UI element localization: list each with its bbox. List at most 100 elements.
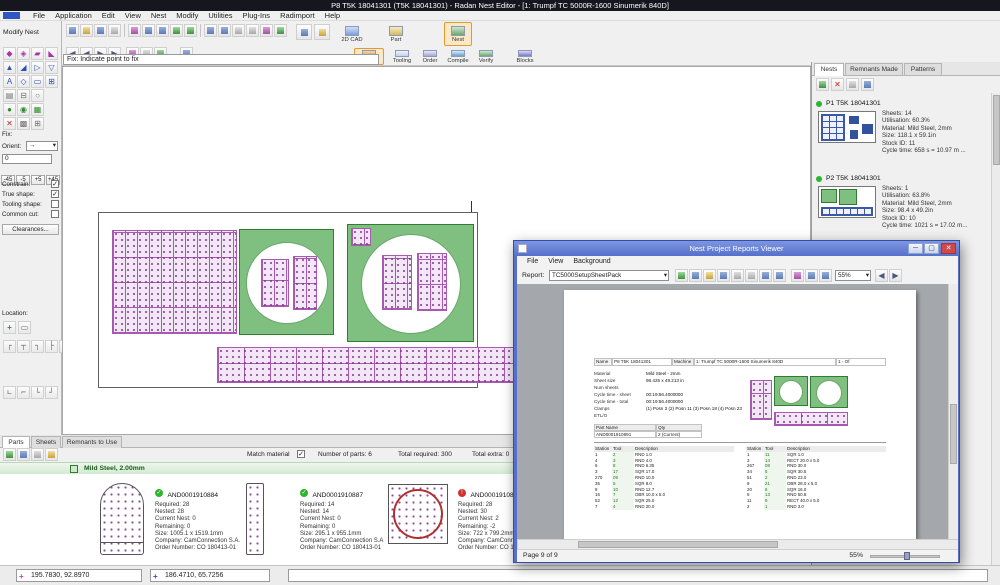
zoom-in-icon[interactable] (204, 24, 217, 37)
print-nest-icon[interactable] (846, 78, 859, 91)
part-thumbnail[interactable] (243, 480, 269, 560)
menu-item[interactable]: File (522, 256, 543, 267)
save-report-icon[interactable] (717, 269, 730, 282)
match-material-checkbox[interactable]: ✓ (297, 450, 305, 458)
checkbox[interactable]: ✓ (51, 190, 59, 198)
corner-snap-icon[interactable]: ┘ (45, 386, 58, 399)
parts-grid-icon[interactable] (3, 448, 16, 461)
prev-page-icon[interactable]: ◀ (875, 269, 888, 282)
nested-parts-cluster[interactable] (217, 347, 534, 383)
menu-item[interactable]: Modify (171, 11, 203, 21)
open-report-icon[interactable] (703, 269, 716, 282)
tab-remnants-to-use[interactable]: Remnants to Use (62, 436, 122, 448)
report-hscrollbar[interactable] (517, 539, 958, 549)
zoom-select[interactable]: 55% ▾ (835, 270, 871, 281)
corner-snap-icon[interactable]: └ (31, 386, 44, 399)
check-constrain[interactable]: Constrain: ✓ (0, 180, 62, 190)
part-list-item[interactable]: ✓ AND0001910884 Required: 28Nested: 28Cu… (155, 484, 241, 552)
zoom-out-icon[interactable] (819, 269, 832, 282)
report-vscrollbar[interactable] (948, 284, 958, 540)
menu-item[interactable]: Nest (146, 11, 171, 21)
origin-icon[interactable]: + (3, 321, 16, 334)
report-icon[interactable] (861, 78, 874, 91)
sort-icon[interactable] (17, 448, 30, 461)
tooling-button[interactable]: Tooling (388, 48, 416, 65)
save-icon[interactable] (94, 24, 107, 37)
menu-item[interactable]: Help (320, 11, 345, 21)
report-document-area[interactable]: Name P8 T5K 18041301 Machine 1: Trumpf T… (517, 284, 958, 549)
menu-item[interactable]: File (28, 11, 50, 21)
menu-item[interactable]: View (543, 256, 568, 267)
copy-icon[interactable] (142, 24, 155, 37)
part-list-item[interactable]: ✓ AND0001910887 Required: 14Nested: 14Cu… (300, 484, 386, 552)
delete-nest-icon[interactable]: ✕ (831, 78, 844, 91)
zoom-window-icon[interactable] (232, 24, 245, 37)
compile-button[interactable]: Compile (444, 48, 472, 65)
align-icon[interactable]: ┌ (3, 340, 16, 353)
part-thumbnail[interactable] (95, 480, 151, 560)
scrollbar-thumb[interactable] (578, 541, 778, 548)
zoom-slider-thumb[interactable] (904, 552, 910, 560)
menu-item[interactable]: View (120, 11, 146, 21)
paste-icon[interactable] (156, 24, 169, 37)
nest-button[interactable]: Nest (444, 22, 472, 46)
zoom-extents-icon[interactable] (246, 24, 259, 37)
corner-snap-icon[interactable]: ⌐ (17, 386, 30, 399)
hand-pan-icon[interactable] (791, 269, 804, 282)
2d-cad-button[interactable]: 2D CAD (336, 22, 368, 46)
remnant-sheet[interactable] (347, 224, 474, 342)
corner-snap-icon[interactable]: ∟ (3, 386, 16, 399)
scrollbar-thumb[interactable] (993, 95, 1000, 165)
check-true-shape[interactable]: True shape: ✓ (0, 190, 62, 200)
grid-icon[interactable] (314, 24, 330, 40)
page-layout-icon[interactable] (689, 269, 702, 282)
page-setup-icon[interactable] (745, 269, 758, 282)
zoom-out-icon[interactable] (218, 24, 231, 37)
tab-sheets[interactable]: Sheets (31, 436, 61, 448)
nest-tool-icon[interactable]: ▩ (17, 117, 30, 130)
check-common-cut[interactable]: Common cut: (0, 210, 62, 220)
nested-parts-cluster[interactable] (112, 230, 237, 334)
minimize-button[interactable]: ─ (908, 243, 923, 254)
orient-select[interactable]: → ▾ (26, 141, 58, 151)
print-report-icon[interactable] (731, 269, 744, 282)
filter-icon[interactable] (45, 448, 58, 461)
align-icon[interactable]: ┬ (17, 340, 30, 353)
report-select[interactable]: TC5000SetupSheetPack ▾ (549, 270, 669, 281)
locate-icon[interactable]: ▭ (18, 321, 31, 334)
tab-remnants-made[interactable]: Remnants Made (845, 63, 903, 75)
new-nest-icon[interactable] (816, 78, 829, 91)
align-icon[interactable]: ┐ (31, 340, 44, 353)
layers-icon[interactable] (274, 24, 287, 37)
nest-tool-icon[interactable]: ⊞ (45, 75, 58, 88)
menu-item[interactable]: Radimport (275, 11, 320, 21)
menu-item[interactable]: Background (568, 256, 615, 267)
print-icon[interactable] (108, 24, 121, 37)
remnant-sheet[interactable] (239, 229, 334, 335)
redo-icon[interactable] (184, 24, 197, 37)
scrollbar-thumb[interactable] (950, 404, 957, 464)
menu-item[interactable]: Utilities (203, 11, 237, 21)
refresh-icon[interactable] (31, 448, 44, 461)
part-button[interactable]: Part (382, 22, 410, 46)
tab-patterns[interactable]: Patterns (904, 63, 942, 75)
order-button[interactable]: Order (418, 48, 442, 65)
verify-button[interactable]: Verify (474, 48, 498, 65)
refresh-report-icon[interactable] (675, 269, 688, 282)
maximize-button[interactable]: ▢ (924, 243, 939, 254)
tab-nests[interactable]: Nests (814, 63, 844, 76)
angle-input[interactable]: 0 (2, 154, 52, 164)
menu-item[interactable]: Edit (97, 11, 120, 21)
next-page-icon[interactable]: ▶ (889, 269, 902, 282)
clearances-button[interactable]: Clearances... (2, 224, 59, 235)
menu-item[interactable]: Application (50, 11, 97, 21)
sheet-outline[interactable] (98, 212, 478, 388)
measure-icon[interactable] (260, 24, 273, 37)
reports-titlebar[interactable]: Nest Project Reports Viewer ─ ▢ ✕ (514, 241, 959, 256)
close-button[interactable]: ✕ (941, 243, 956, 254)
table-icon[interactable] (296, 24, 312, 40)
export-icon[interactable] (759, 269, 772, 282)
email-icon[interactable] (773, 269, 786, 282)
open-icon[interactable] (80, 24, 93, 37)
checkbox[interactable] (51, 200, 59, 208)
